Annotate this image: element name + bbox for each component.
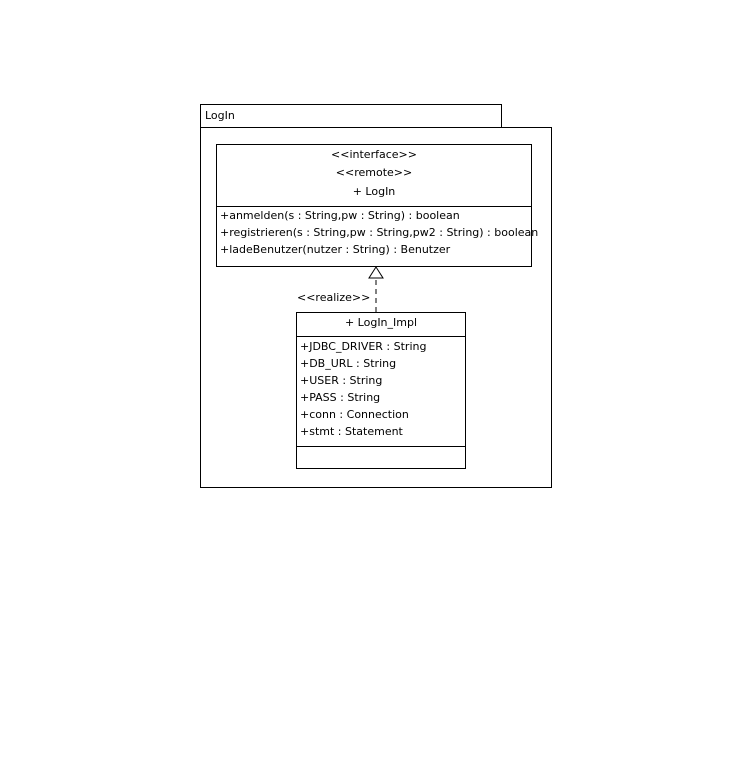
realization-arrowhead-icon (368, 266, 384, 279)
realization-connector[interactable] (0, 0, 752, 784)
realize-label: <<realize>> (297, 291, 371, 304)
